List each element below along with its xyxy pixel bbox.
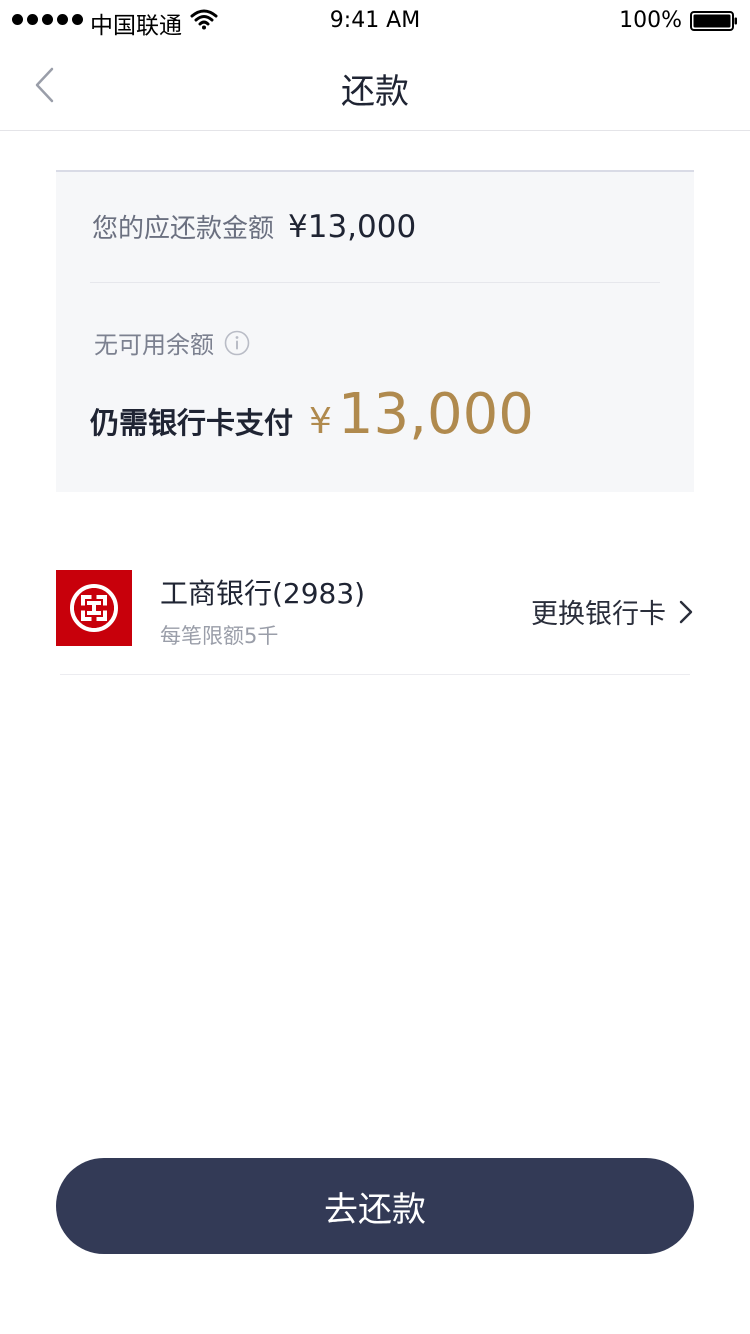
card-payment-value: 13,000 (337, 382, 534, 447)
bank-name: 工商银行(2983) (160, 577, 366, 610)
amount-due-row: 您的应还款金额 ¥13,000 (92, 208, 416, 245)
card-payment-row: 仍需银行卡支付 ¥ 13,000 (90, 382, 534, 447)
status-bar: 中国联通 9:41 AM 100% (0, 0, 750, 40)
balance-row: 无可用余额 (94, 325, 250, 360)
bank-row-divider (60, 674, 690, 675)
nav-bar: 还款 (0, 40, 750, 131)
currency-symbol: ¥ (309, 401, 332, 442)
repay-button[interactable]: 去还款 (56, 1158, 694, 1254)
bank-limit: 每笔限额5千 (160, 624, 279, 648)
bank-card-row: 工商银行(2983) 每笔限额5千 更换银行卡 (56, 570, 694, 674)
repayment-summary-card: 您的应还款金额 ¥13,000 无可用余额 仍需银行卡支付 ¥ 13,000 (56, 170, 694, 492)
balance-label: 无可用余额 (94, 331, 214, 359)
amount-due-label: 您的应还款金额 (92, 214, 275, 244)
change-card-button[interactable]: 更换银行卡 (531, 592, 694, 631)
card-payment-amount: ¥ 13,000 (309, 382, 534, 447)
page-title: 还款 (341, 72, 409, 112)
card-divider (90, 282, 660, 283)
info-icon[interactable] (224, 330, 250, 356)
battery-percentage: 100% (619, 8, 682, 33)
battery-icon (690, 11, 737, 31)
card-payment-label: 仍需银行卡支付 (90, 406, 294, 440)
amount-due-value: ¥13,000 (288, 209, 417, 245)
icbc-logo-icon (56, 570, 132, 646)
chevron-right-icon[interactable] (678, 598, 694, 626)
change-card-label[interactable]: 更换银行卡 (531, 592, 666, 631)
